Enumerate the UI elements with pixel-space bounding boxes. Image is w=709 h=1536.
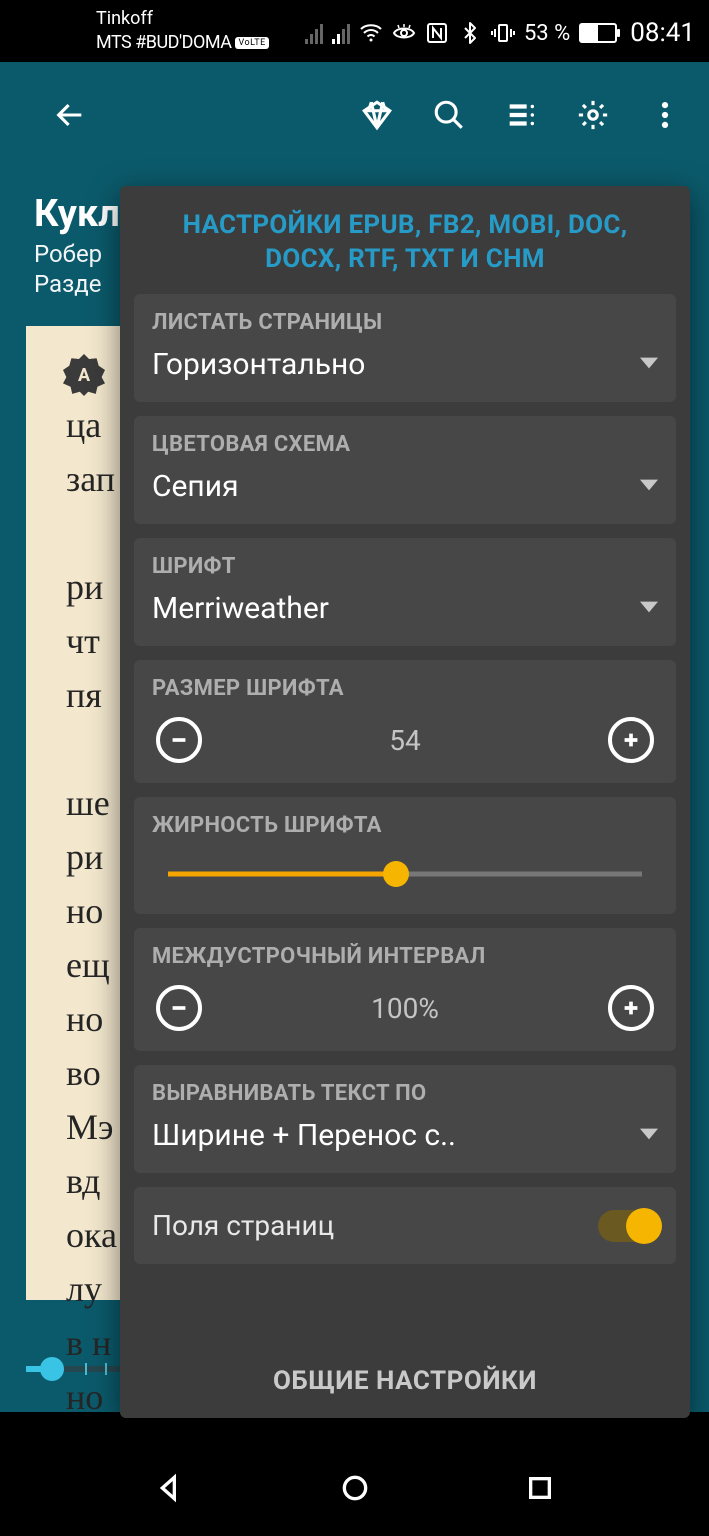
status-bar: Tinkoff MTS #BUD'DOMAVoLTE 53 % 08:41 (0, 0, 709, 62)
font-size-increase[interactable] (608, 717, 654, 763)
font-setting[interactable]: ШРИФТ Merriweather (134, 538, 676, 646)
font-weight-setting: ЖИРНОСТЬ ШРИФТА (134, 797, 676, 914)
progress-thumb[interactable] (40, 1357, 64, 1381)
dropdown-icon (640, 476, 658, 498)
clock: 08:41 (630, 18, 695, 48)
vibrate-icon (491, 21, 515, 45)
line-spacing-label: МЕЖДУСТРОЧНЫЙ ИНТЕРВАЛ (152, 944, 658, 969)
font-weight-slider[interactable] (168, 862, 642, 886)
panel-title: НАСТРОЙКИ EPUB, FB2, MOBI, DOC, DOCX, RT… (120, 186, 690, 294)
font-size-value: 54 (389, 724, 420, 757)
paging-label: ЛИСТАТЬ СТРАНИЦЫ (152, 310, 658, 335)
line-spacing-decrease[interactable] (156, 985, 202, 1031)
premium-button[interactable] (341, 98, 413, 132)
font-label: ШРИФТ (152, 554, 658, 579)
wifi-icon (359, 21, 383, 45)
line-spacing-setting: МЕЖДУСТРОЧНЫЙ ИНТЕРВАЛ 100% (134, 928, 676, 1051)
nav-bar (0, 1444, 709, 1536)
paging-value: Горизонтально (152, 347, 365, 382)
carrier-2: MTS #BUD'DOMAVoLTE (96, 32, 269, 53)
line-spacing-value: 100% (371, 992, 439, 1025)
nav-home[interactable] (339, 1472, 371, 1508)
settings-button[interactable] (557, 98, 629, 132)
color-scheme-label: ЦВЕТОВАЯ СХЕМА (152, 432, 658, 457)
battery-icon (579, 23, 617, 43)
general-settings-button[interactable]: ОБЩИЕ НАСТРОЙКИ (120, 1344, 690, 1418)
search-button[interactable] (413, 98, 485, 132)
book-author: Робер (34, 240, 102, 268)
dropdown-icon (640, 1125, 658, 1147)
signal-1-icon (305, 22, 323, 44)
text-align-label: ВЫРАВНИВАТЬ ТЕКСТ ПО (152, 1081, 658, 1106)
line-spacing-increase[interactable] (608, 985, 654, 1031)
signal-2-icon (332, 22, 350, 44)
bluetooth-icon (458, 21, 482, 45)
font-size-label: РАЗМЕР ШРИФТА (152, 676, 658, 701)
dropdown-icon (640, 598, 658, 620)
font-size-decrease[interactable] (156, 717, 202, 763)
page-margins-toggle[interactable] (598, 1210, 658, 1242)
text-align-value: Ширине + Перенос с.. (152, 1118, 456, 1153)
font-weight-label: ЖИРНОСТЬ ШРИФТА (152, 813, 658, 838)
toolbar (0, 62, 709, 168)
overflow-button[interactable] (629, 98, 701, 132)
eye-icon (392, 21, 416, 45)
book-section: Разде (34, 270, 101, 298)
font-size-setting: РАЗМЕР ШРИФТА 54 (134, 660, 676, 783)
slider-thumb[interactable] (383, 861, 409, 887)
font-value: Merriweather (152, 591, 329, 626)
contents-button[interactable] (485, 98, 557, 132)
nfc-icon (425, 21, 449, 45)
book-title: Кукл (34, 192, 120, 236)
status-right: 53 % 08:41 (305, 18, 695, 48)
carrier-1: Tinkoff (96, 8, 153, 29)
back-button[interactable] (34, 98, 106, 132)
reader-settings-panel: НАСТРОЙКИ EPUB, FB2, MOBI, DOC, DOCX, RT… (120, 186, 690, 1418)
volte-badge: VoLTE (235, 37, 268, 49)
page-margins-setting[interactable]: Поля страниц (134, 1187, 676, 1264)
auto-badge[interactable]: A (63, 354, 105, 396)
dropdown-icon (640, 354, 658, 376)
text-align-setting[interactable]: ВЫРАВНИВАТЬ ТЕКСТ ПО Ширине + Перенос с.… (134, 1065, 676, 1173)
nav-back[interactable] (153, 1472, 185, 1508)
color-scheme-setting[interactable]: ЦВЕТОВАЯ СХЕМА Сепия (134, 416, 676, 524)
nav-recent[interactable] (524, 1472, 556, 1508)
page-margins-label: Поля страниц (152, 1209, 334, 1242)
paging-setting[interactable]: ЛИСТАТЬ СТРАНИЦЫ Горизонтально (134, 294, 676, 402)
color-scheme-value: Сепия (152, 469, 239, 504)
battery-percent: 53 % (524, 21, 570, 46)
